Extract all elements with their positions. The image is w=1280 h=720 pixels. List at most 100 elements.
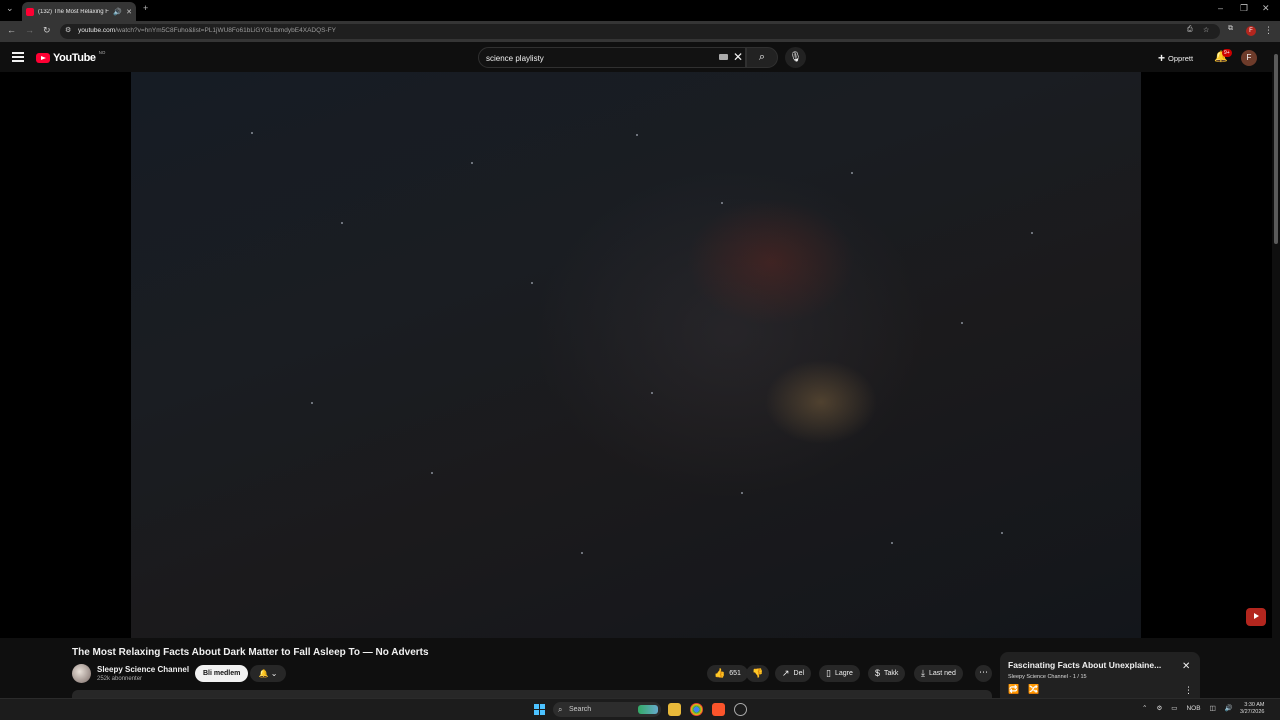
- dislike-button[interactable]: 👎: [746, 665, 770, 682]
- url-text[interactable]: youtube.com/watch?v=hnYm5C8Fuho&list=PL1…: [78, 27, 336, 34]
- search-icon: ⌕: [758, 51, 766, 63]
- windows-start-icon[interactable]: [534, 704, 545, 715]
- create-label: Opprett: [1168, 53, 1194, 63]
- share-label: Del: [793, 670, 805, 677]
- close-tab-icon[interactable]: ✕: [126, 8, 132, 16]
- more-horizontal-icon: ⋯: [979, 667, 988, 677]
- browser-toolbar: ← → ↻ ⚙ youtube.com/watch?v=hnYm5C8Fuho&…: [0, 21, 1280, 42]
- bell-icon: 🔔: [258, 669, 269, 678]
- download-label: Last ned: [928, 670, 956, 677]
- channel-watermark-icon[interactable]: [1246, 608, 1266, 626]
- youtube-play-logo-icon: [36, 53, 50, 63]
- reload-icon[interactable]: ↻: [43, 25, 51, 36]
- join-button[interactable]: Bli medlem: [195, 665, 249, 682]
- volume-icon[interactable]: 🔊: [1225, 704, 1233, 712]
- thumbs-down-icon: 👎: [752, 668, 764, 678]
- logo-wordmark: YouTube: [53, 52, 96, 64]
- tray-chevron-icon[interactable]: ⌃: [1142, 704, 1147, 712]
- taskbar-clock[interactable]: 3:30 AM 3/27/2026: [1240, 702, 1264, 716]
- share-button[interactable]: ↗ Del: [775, 665, 812, 682]
- save-button[interactable]: ▯ Lagre: [819, 665, 860, 682]
- address-bar[interactable]: ⚙ youtube.com/watch?v=hnYm5C8Fuho&list=P…: [60, 24, 1220, 39]
- tab-title: (132) The Most Relaxing Fa: [38, 8, 110, 15]
- playlist-channel[interactable]: Sleepy Science Channel: [1008, 674, 1068, 680]
- subscriber-count: 252k abonnenter: [97, 676, 143, 682]
- search-button[interactable]: ⌕: [746, 47, 778, 68]
- channel-name[interactable]: Sleepy Science Channel: [97, 665, 189, 674]
- thumbs-up-icon: 👍: [714, 668, 726, 678]
- share-icon: ↗: [782, 668, 790, 678]
- country-code: NO: [98, 49, 106, 55]
- download-button[interactable]: ⤓ Last ned: [914, 665, 963, 682]
- playlist-position: 1 / 15: [1072, 674, 1087, 680]
- super-thanks-icon: $: [875, 668, 881, 678]
- microphone-icon: 🎙: [789, 52, 802, 63]
- video-frame-space-nebula: [131, 72, 1141, 638]
- site-info-icon[interactable]: ⚙: [65, 26, 71, 34]
- account-avatar[interactable]: F: [1241, 50, 1257, 66]
- install-app-icon[interactable]: ⎙: [1187, 26, 1193, 34]
- search-highlight-icon: [638, 705, 658, 714]
- playlist-panel[interactable]: Fascinating Facts About Unexplaine... Sl…: [1000, 652, 1200, 698]
- brave-icon[interactable]: [712, 703, 725, 716]
- thanks-button[interactable]: $ Takk: [868, 665, 906, 682]
- forward-icon[interactable]: →: [25, 25, 34, 35]
- bookmark-star-icon[interactable]: ☆: [1203, 26, 1209, 34]
- thanks-label: Takk: [884, 670, 899, 677]
- channel-avatar[interactable]: [72, 664, 91, 683]
- more-actions-button[interactable]: ⋯: [975, 665, 992, 682]
- playlist-meta: Sleepy Science Channel - 1 / 15: [1008, 674, 1087, 680]
- plus-icon: +: [1158, 51, 1166, 65]
- like-button[interactable]: 👍 651: [707, 665, 748, 682]
- back-icon[interactable]: ←: [7, 25, 16, 35]
- video-player[interactable]: [0, 72, 1272, 638]
- save-label: Lagre: [834, 670, 853, 677]
- minimize-icon[interactable]: –: [1218, 3, 1223, 13]
- close-playlist-icon[interactable]: ✕: [1182, 661, 1190, 672]
- download-icon: ⤓: [921, 668, 925, 678]
- chrome-icon[interactable]: [690, 703, 703, 716]
- description-box[interactable]: [72, 690, 992, 698]
- tab-list-chevron-icon[interactable]: ⌄: [6, 3, 14, 14]
- keyboard-icon[interactable]: [719, 54, 728, 60]
- window-close-icon[interactable]: ✕: [1262, 3, 1270, 14]
- clock-time: 3:30 AM: [1244, 702, 1265, 708]
- like-count: 651: [729, 670, 741, 677]
- system-tray: ⌃ ⚙ ▭ NOB ◫ 🔊: [1142, 704, 1233, 713]
- browser-tab-strip: ⌄ (132) The Most Relaxing Fa 🔊 ✕ + – ❐ ✕: [0, 0, 1280, 21]
- chevron-down-icon: ⌄: [270, 669, 278, 678]
- wifi-icon[interactable]: ◫: [1210, 704, 1216, 712]
- search-icon: ⌕: [558, 705, 563, 714]
- playlist-menu-icon[interactable]: ⋮: [1184, 685, 1193, 696]
- search-input[interactable]: [486, 52, 706, 64]
- file-explorer-icon[interactable]: [668, 703, 681, 716]
- voice-search-button[interactable]: 🎙: [785, 47, 806, 68]
- profile-icon[interactable]: F: [1246, 26, 1256, 36]
- app-icon[interactable]: [734, 703, 747, 716]
- youtube-logo[interactable]: YouTube NO: [36, 49, 106, 64]
- extensions-icon[interactable]: ⧉: [1228, 25, 1233, 33]
- loop-icon[interactable]: 🔁: [1008, 684, 1019, 695]
- shuffle-icon[interactable]: 🔀: [1028, 684, 1039, 695]
- notification-count-badge: 9+: [1222, 49, 1232, 57]
- taskbar-search[interactable]: ⌕ Search: [553, 702, 661, 717]
- clear-search-icon[interactable]: ✕: [733, 50, 743, 64]
- create-button[interactable]: + Opprett: [1158, 50, 1193, 66]
- clock-date: 3/27/2026: [1240, 709, 1265, 715]
- page-scrollbar[interactable]: [1272, 42, 1280, 698]
- youtube-header: YouTube NO ✕ ⌕ 🎙 + Opprett 🔔 9+ F: [0, 42, 1280, 74]
- language-indicator[interactable]: NOB: [1186, 705, 1200, 712]
- notification-settings-button[interactable]: 🔔 ⌄: [250, 665, 286, 682]
- browser-menu-icon[interactable]: ⋮: [1264, 25, 1273, 36]
- hamburger-menu-icon[interactable]: [12, 52, 24, 62]
- speaker-icon[interactable]: 🔊: [113, 8, 122, 16]
- settings-icon[interactable]: ⚙: [1156, 704, 1162, 712]
- network-icon[interactable]: ▭: [1171, 704, 1177, 712]
- restore-icon[interactable]: ❐: [1240, 3, 1248, 14]
- scrollbar-thumb[interactable]: [1274, 54, 1278, 244]
- playlist-title[interactable]: Fascinating Facts About Unexplaine...: [1008, 660, 1178, 670]
- new-tab-icon[interactable]: +: [143, 3, 148, 13]
- windows-taskbar: ⌕ Search ⌃ ⚙ ▭ NOB ◫ 🔊 3:30 AM 3/27/2026: [0, 698, 1280, 720]
- taskbar-search-label: Search: [569, 706, 592, 713]
- browser-tab[interactable]: (132) The Most Relaxing Fa 🔊 ✕: [22, 2, 136, 21]
